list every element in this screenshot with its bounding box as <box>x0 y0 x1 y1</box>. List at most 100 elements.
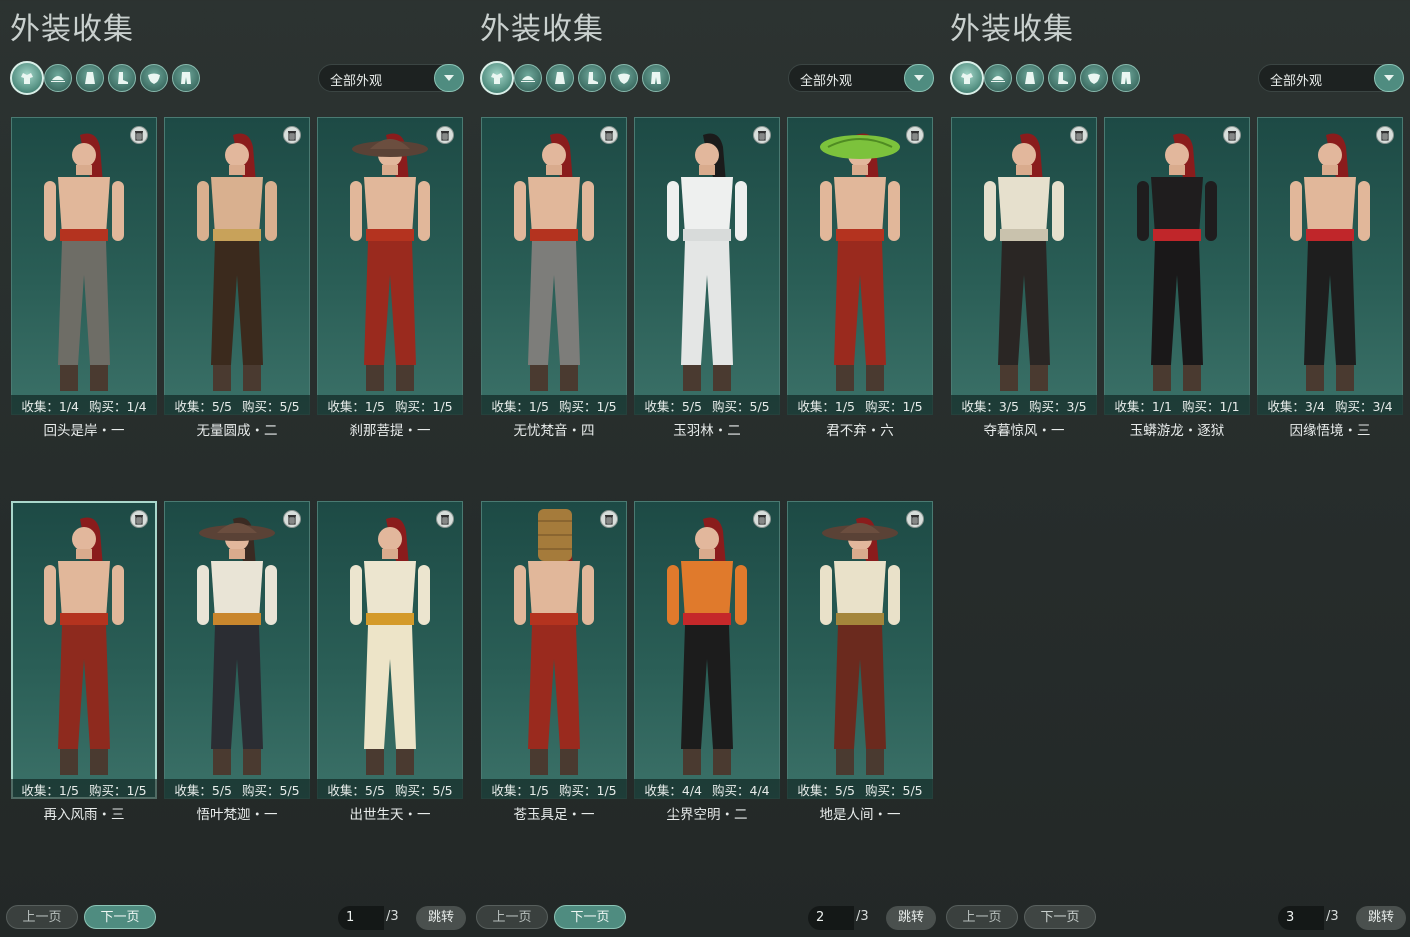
prev-page-button[interactable]: 上一页 <box>6 905 78 929</box>
appearance-filter-dropdown[interactable]: 全部外观 <box>788 64 934 92</box>
jump-button[interactable]: 跳转 <box>1356 906 1406 930</box>
trash-icon[interactable] <box>1376 126 1394 144</box>
boots-icon[interactable] <box>1048 64 1076 92</box>
outfit-card[interactable]: 收集：1/5 购买：1/5 君不弃・六 <box>787 117 933 439</box>
pants-icon[interactable] <box>642 64 670 92</box>
prev-page-button[interactable]: 上一页 <box>476 905 548 929</box>
page-total: /3 <box>1326 909 1339 924</box>
next-page-button[interactable]: 下一页 <box>1024 905 1096 929</box>
outfit-name: 因缘悟境・三 <box>1289 423 1371 439</box>
dropdown-label: 全部外观 <box>800 74 853 89</box>
boots-icon[interactable] <box>108 64 136 92</box>
outfit-card[interactable]: 收集：5/5 购买：5/5 出世生天・一 <box>317 501 463 823</box>
buy-count: 购买：5/5 <box>242 782 300 798</box>
collect-count: 收集：3/5 <box>961 398 1019 414</box>
trash-icon[interactable] <box>436 126 454 144</box>
jump-button[interactable]: 跳转 <box>886 906 936 930</box>
mask-icon[interactable] <box>1080 64 1108 92</box>
next-page-button[interactable]: 下一页 <box>554 905 626 929</box>
card-stats: 收集：5/5 购买：5/5 <box>317 779 463 799</box>
buy-count: 购买：5/5 <box>865 782 923 798</box>
trash-icon[interactable] <box>436 510 454 528</box>
jump-button[interactable]: 跳转 <box>416 906 466 930</box>
card-stats: 收集：4/4 购买：4/4 <box>634 779 780 799</box>
outfit-card[interactable]: 收集：4/4 购买：4/4 尘界空明・二 <box>634 501 780 823</box>
collect-count: 收集：1/1 <box>1114 398 1172 414</box>
appearance-filter-dropdown[interactable]: 全部外观 <box>318 64 464 92</box>
robe-icon[interactable] <box>546 64 574 92</box>
chevron-down-icon[interactable] <box>904 64 934 92</box>
trash-icon[interactable] <box>753 126 771 144</box>
hat-icon[interactable] <box>44 64 72 92</box>
page-number-input[interactable]: 2 <box>808 906 854 930</box>
page-number-input[interactable]: 1 <box>338 906 384 930</box>
chevron-down-icon[interactable] <box>434 64 464 92</box>
card-stats: 收集：1/5 购买：1/5 <box>787 395 933 415</box>
card-stats: 收集：3/5 购买：3/5 <box>951 395 1097 415</box>
buy-count: 购买：1/5 <box>89 782 147 798</box>
next-page-button[interactable]: 下一页 <box>84 905 156 929</box>
trash-icon[interactable] <box>600 126 618 144</box>
outfit-card[interactable]: 收集：1/5 购买：1/5 苍玉具足・一 <box>481 501 627 823</box>
character-preview <box>1137 133 1217 391</box>
page-jump: 1 /3 跳转 <box>338 906 466 930</box>
hat-icon[interactable] <box>514 64 542 92</box>
collection-panel-1: 外装收集 全部外观 收集：1/4 购买：1/4 回头是岸・一 收集：5/5 购买… <box>0 0 470 937</box>
trash-icon[interactable] <box>906 510 924 528</box>
collect-count: 收集：1/5 <box>491 782 549 798</box>
collect-count: 收集：1/5 <box>21 782 79 798</box>
collect-count: 收集：4/4 <box>644 782 702 798</box>
robe-icon[interactable] <box>1016 64 1044 92</box>
outfit-card[interactable]: 收集：1/4 购买：1/4 回头是岸・一 <box>11 117 157 439</box>
mask-icon[interactable] <box>610 64 638 92</box>
trash-icon[interactable] <box>130 126 148 144</box>
trash-icon[interactable] <box>600 510 618 528</box>
appearance-filter-dropdown[interactable]: 全部外观 <box>1258 64 1404 92</box>
pants-icon[interactable] <box>172 64 200 92</box>
robe-icon[interactable] <box>76 64 104 92</box>
buy-count: 购买：1/5 <box>559 782 617 798</box>
pants-icon[interactable] <box>1112 64 1140 92</box>
boots-icon[interactable] <box>578 64 606 92</box>
trash-icon[interactable] <box>283 126 301 144</box>
character-preview <box>44 517 124 775</box>
trash-icon[interactable] <box>753 510 771 528</box>
hat-icon[interactable] <box>984 64 1012 92</box>
outfit-card[interactable]: 收集：5/5 购买：5/5 悟叶梵迦・一 <box>164 501 310 823</box>
buy-count: 购买：3/5 <box>1029 398 1087 414</box>
outfit-name: 出世生天・一 <box>349 807 431 823</box>
outfit-card[interactable]: 收集：1/5 购买：1/5 再入风雨・三 <box>11 501 157 823</box>
trash-icon[interactable] <box>906 126 924 144</box>
outfit-card[interactable]: 收集：3/4 购买：3/4 因缘悟境・三 <box>1257 117 1403 439</box>
collect-count: 收集：5/5 <box>327 782 385 798</box>
prev-page-button[interactable]: 上一页 <box>946 905 1018 929</box>
mask-icon[interactable] <box>140 64 168 92</box>
character-preview <box>984 133 1064 391</box>
trash-icon[interactable] <box>1070 126 1088 144</box>
outfit-card[interactable]: 收集：5/5 购买：5/5 无量圆成・二 <box>164 117 310 439</box>
outfit-icon[interactable] <box>480 61 514 95</box>
character-preview <box>350 133 430 391</box>
page-total: /3 <box>386 909 399 924</box>
buy-count: 购买：1/1 <box>1182 398 1240 414</box>
panel-title: 外装收集 <box>480 12 604 47</box>
outfit-icon[interactable] <box>10 61 44 95</box>
outfit-card[interactable]: 收集：1/5 购买：1/5 无忧梵音・四 <box>481 117 627 439</box>
buy-count: 购买：1/5 <box>395 398 453 414</box>
outfit-card[interactable]: 收集：1/5 购买：1/5 刹那菩提・一 <box>317 117 463 439</box>
chevron-down-icon[interactable] <box>1374 64 1404 92</box>
outfit-icon[interactable] <box>950 61 984 95</box>
outfit-card[interactable]: 收集：1/1 购买：1/1 玉蟒游龙・逐狱 <box>1104 117 1250 439</box>
outfit-card[interactable]: 收集：5/5 购买：5/5 玉羽林・二 <box>634 117 780 439</box>
outfit-card[interactable]: 收集：5/5 购买：5/5 地是人间・一 <box>787 501 933 823</box>
outfit-card[interactable]: 收集：3/5 购买：3/5 夺暮惊风・一 <box>951 117 1097 439</box>
collect-count: 收集：1/4 <box>21 398 79 414</box>
outfit-name: 无量圆成・二 <box>196 423 278 439</box>
page-number-input[interactable]: 3 <box>1278 906 1324 930</box>
outfit-name: 玉蟒游龙・逐狱 <box>1129 423 1225 439</box>
outfit-name: 玉羽林・二 <box>673 423 741 439</box>
trash-icon[interactable] <box>1223 126 1241 144</box>
trash-icon[interactable] <box>130 510 148 528</box>
trash-icon[interactable] <box>283 510 301 528</box>
outfit-name: 无忧梵音・四 <box>513 423 595 439</box>
